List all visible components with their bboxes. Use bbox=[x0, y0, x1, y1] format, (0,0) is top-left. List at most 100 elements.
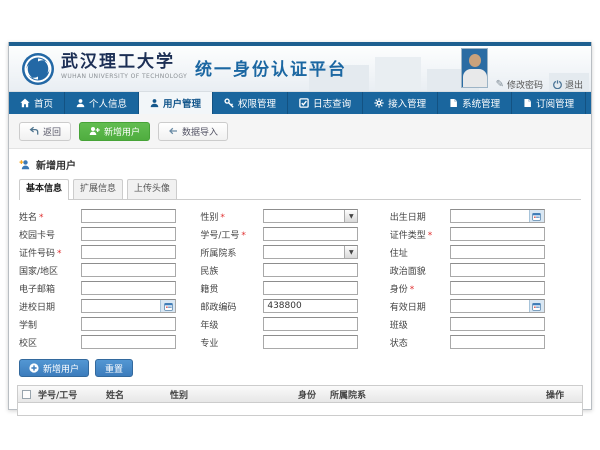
section-title: 新增用户 bbox=[19, 155, 581, 179]
status-input[interactable] bbox=[450, 335, 545, 349]
nav-item-access-management[interactable]: 接入管理 bbox=[363, 92, 438, 114]
content-panel: 新增用户 基本信息扩展信息上传头像 姓名*校园卡号证件号码*国家/地区电子邮箱进… bbox=[9, 149, 591, 416]
department-select[interactable]: ▼ bbox=[263, 245, 358, 259]
form-row-student-employee-id: 学号/工号* bbox=[200, 225, 389, 243]
gender-label: 性别* bbox=[200, 210, 263, 223]
department-value bbox=[264, 246, 344, 258]
logout-link[interactable]: 退出 bbox=[553, 78, 583, 91]
nav-item-home[interactable]: 首页 bbox=[9, 92, 65, 114]
class-input[interactable] bbox=[450, 317, 545, 331]
new-user-form: 姓名*校园卡号证件号码*国家/地区电子邮箱进校日期学制校区性别*▼学号/工号*所… bbox=[19, 200, 581, 351]
form-row-entry-date: 进校日期 bbox=[19, 297, 200, 315]
political-status-input[interactable] bbox=[450, 263, 545, 277]
form-column-2: 性别*▼学号/工号*所属院系▼民族籍贯邮政编码年级专业 bbox=[200, 207, 389, 351]
nav-item-subscription-management[interactable]: 订阅管理 bbox=[512, 92, 586, 114]
column-header-2: 姓名 bbox=[102, 388, 166, 401]
form-row-valid-date: 有效日期 bbox=[390, 297, 581, 315]
id-number-input[interactable] bbox=[81, 245, 176, 259]
entry-date-date-input[interactable] bbox=[81, 299, 176, 313]
person-icon bbox=[76, 98, 85, 108]
campus-card-number-input[interactable] bbox=[81, 227, 176, 241]
major-label: 专业 bbox=[200, 336, 263, 349]
submit-add-user-button[interactable]: 新增用户 bbox=[19, 359, 89, 377]
tab-basic-info[interactable]: 基本信息 bbox=[19, 179, 69, 200]
address-input[interactable] bbox=[450, 245, 545, 259]
country-region-label: 国家/地区 bbox=[19, 264, 81, 277]
tab-upload-avatar[interactable]: 上传头像 bbox=[127, 179, 177, 199]
id-type-label: 证件类型* bbox=[390, 228, 450, 241]
column-header-3: 性别 bbox=[166, 388, 294, 401]
change-password-link[interactable]: ✎ 修改密码 bbox=[496, 78, 543, 91]
nav-item-personal-info[interactable]: 个人信息 bbox=[65, 92, 139, 114]
valid-date-date-input[interactable] bbox=[450, 299, 545, 313]
country-region-input[interactable] bbox=[81, 263, 176, 277]
toolbar: 返回 新增用户 数据导入 bbox=[9, 114, 591, 149]
birth-date-date-input[interactable] bbox=[450, 209, 545, 223]
form-row-major: 专业 bbox=[200, 333, 389, 351]
home-icon bbox=[20, 98, 30, 108]
form-row-email: 电子邮箱 bbox=[19, 279, 200, 297]
form-row-gender: 性别* ▼ bbox=[200, 207, 389, 225]
nav-item-permission-management[interactable]: 权限管理 bbox=[213, 92, 288, 114]
form-row-class: 班级 bbox=[390, 315, 581, 333]
nav-item-log-query[interactable]: 日志查询 bbox=[288, 92, 363, 114]
form-row-name: 姓名* bbox=[19, 207, 200, 225]
add-user-icon bbox=[19, 159, 31, 170]
required-marker: * bbox=[220, 213, 225, 223]
logout-label: 退出 bbox=[565, 78, 583, 91]
data-import-button[interactable]: 数据导入 bbox=[158, 122, 228, 141]
user-table: 学号/工号姓名性别身份所属院系操作 bbox=[17, 385, 583, 416]
user-avatar[interactable] bbox=[461, 48, 488, 88]
calendar-icon[interactable] bbox=[160, 300, 175, 312]
form-row-grade: 年级 bbox=[200, 315, 389, 333]
gender-select[interactable]: ▼ bbox=[263, 209, 358, 223]
birth-date-label: 出生日期 bbox=[390, 210, 450, 223]
schooling-length-input[interactable] bbox=[81, 317, 176, 331]
postal-code-label: 邮政编码 bbox=[200, 300, 263, 313]
form-row-schooling-length: 学制 bbox=[19, 315, 200, 333]
select-all-cell bbox=[18, 390, 34, 399]
add-user-icon bbox=[89, 126, 100, 136]
form-row-birth-date: 出生日期 bbox=[390, 207, 581, 225]
form-row-postal-code: 邮政编码 bbox=[200, 297, 389, 315]
reset-button[interactable]: 重置 bbox=[95, 359, 133, 377]
name-input[interactable] bbox=[81, 209, 176, 223]
calendar-icon[interactable] bbox=[529, 300, 544, 312]
id-type-input[interactable] bbox=[450, 227, 545, 241]
avatar-figure bbox=[469, 54, 481, 67]
person-icon bbox=[150, 98, 159, 108]
entry-date-label: 进校日期 bbox=[19, 300, 81, 313]
tab-extended-info[interactable]: 扩展信息 bbox=[73, 179, 123, 199]
nav-item-system-management[interactable]: 系统管理 bbox=[438, 92, 512, 114]
grade-input[interactable] bbox=[263, 317, 358, 331]
political-status-label: 政治面貌 bbox=[390, 264, 450, 277]
student-employee-id-input[interactable] bbox=[263, 227, 358, 241]
major-input[interactable] bbox=[263, 335, 358, 349]
back-button[interactable]: 返回 bbox=[19, 122, 71, 141]
id-number-label: 证件号码* bbox=[19, 246, 81, 259]
email-input[interactable] bbox=[81, 281, 176, 295]
native-place-input[interactable] bbox=[263, 281, 358, 295]
avatar-figure bbox=[463, 69, 487, 88]
form-row-country-region: 国家/地区 bbox=[19, 261, 200, 279]
nav-item-user-management[interactable]: 用户管理 bbox=[139, 92, 213, 114]
campus-input[interactable] bbox=[81, 335, 176, 349]
entry-date-value bbox=[82, 300, 160, 312]
identity-input[interactable] bbox=[450, 281, 545, 295]
calendar-icon[interactable] bbox=[529, 210, 544, 222]
tab-bar: 基本信息扩展信息上传头像 bbox=[19, 179, 581, 200]
form-row-id-type: 证件类型* bbox=[390, 225, 581, 243]
chevron-down-icon[interactable]: ▼ bbox=[344, 246, 357, 258]
section-title-text: 新增用户 bbox=[36, 157, 76, 172]
select-all-checkbox[interactable] bbox=[22, 390, 31, 399]
column-header-6: 操作 bbox=[542, 388, 582, 401]
pencil-icon: ✎ bbox=[496, 79, 504, 90]
ethnicity-input[interactable] bbox=[263, 263, 358, 277]
gender-value bbox=[264, 210, 344, 222]
campus-label: 校区 bbox=[19, 336, 81, 349]
postal-code-input[interactable] bbox=[263, 299, 358, 313]
user-table-header: 学号/工号姓名性别身份所属院系操作 bbox=[18, 386, 582, 403]
add-user-toolbar-button[interactable]: 新增用户 bbox=[79, 122, 150, 141]
required-marker: * bbox=[57, 249, 62, 259]
chevron-down-icon[interactable]: ▼ bbox=[344, 210, 357, 222]
